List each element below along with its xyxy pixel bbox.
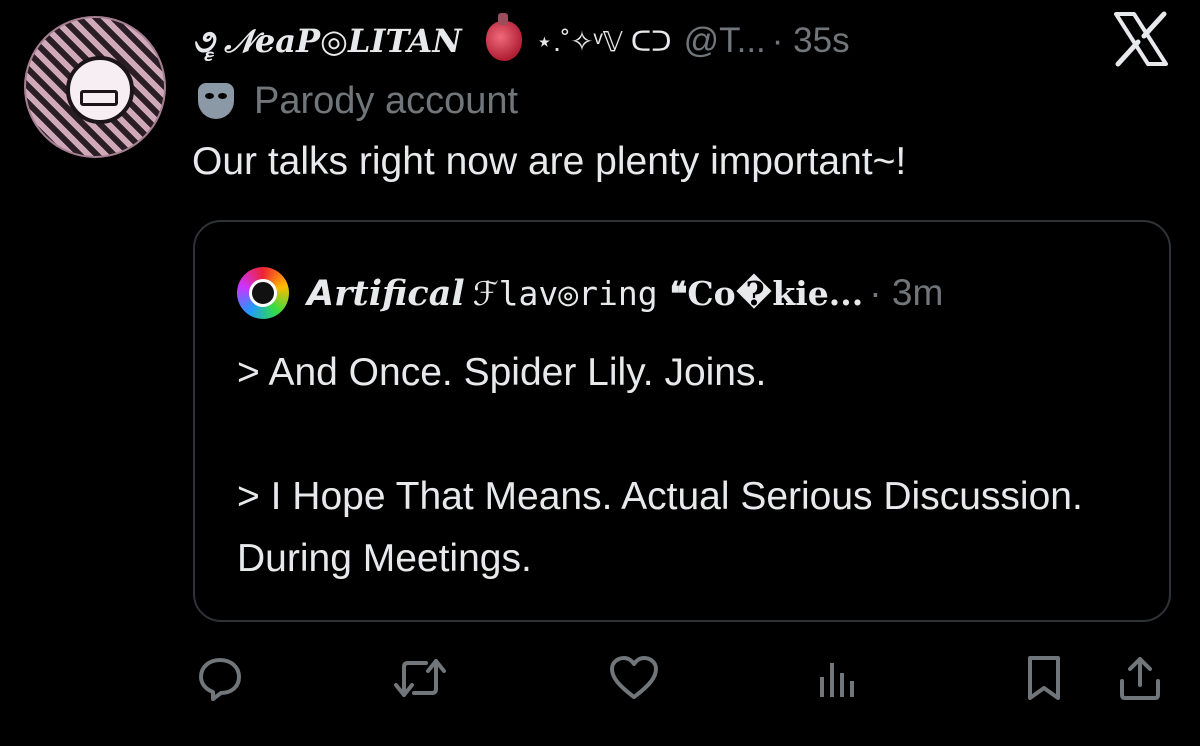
author-avatar[interactable]	[24, 16, 166, 158]
bookmark-icon[interactable]	[1016, 650, 1072, 706]
parody-label: Parody account	[254, 79, 519, 122]
avatar-face-art	[66, 56, 134, 124]
parody-mask-icon	[198, 83, 234, 119]
display-name[interactable]: 𝒩eaP◎LITAN	[224, 22, 461, 61]
quoted-timestamp: · 3m	[869, 272, 944, 313]
tweet-text: Our talks right now are plenty important…	[192, 140, 907, 183]
quoted-display-name: 𝘼rtifical	[307, 272, 465, 314]
x-logo-icon[interactable]	[1110, 8, 1172, 70]
quoted-line-2: > I Hope That Means. Actual Serious Disc…	[237, 475, 1083, 580]
heart-icon[interactable]	[606, 650, 662, 706]
display-name-decor: ⋆.˚✧ᵛ𝕍 ᑕᑐ	[535, 25, 672, 57]
tweet-timestamp[interactable]: · 35s	[772, 21, 850, 61]
user-handle[interactable]: @T...	[684, 21, 766, 61]
parody-badge: Parody account	[198, 78, 518, 124]
retweet-icon[interactable]	[392, 650, 448, 706]
quoted-tweet-header: 𝘼rtifical ℱlav◎ring ❝Co�kie... · 3m	[237, 267, 944, 319]
quoted-tweet[interactable]: 𝘼rtifical ℱlav◎ring ❝Co�kie... · 3m > An…	[193, 220, 1171, 622]
tweet-header: ૭ૄ 𝒩eaP◎LITAN ⋆.˚✧ᵛ𝕍 ᑕᑐ @T... · 35s	[192, 13, 850, 68]
quoted-tweet-text: > And Once. Spider Lily. Joins. > I Hope…	[237, 342, 1139, 590]
display-name-prefix: ૭ૄ	[192, 21, 215, 60]
anatomical-heart-emoji-icon	[485, 13, 522, 61]
quoted-author-avatar	[237, 267, 289, 319]
quoted-line-1: > And Once. Spider Lily. Joins.	[237, 351, 767, 394]
quoted-display-name-suffix: ❝Co�kie...	[669, 273, 864, 313]
quoted-display-name-mono: ℱlav◎ring	[472, 273, 658, 313]
share-icon[interactable]	[1112, 650, 1168, 706]
reply-icon[interactable]	[192, 650, 248, 706]
views-icon[interactable]	[808, 650, 864, 706]
tweet-actions-bar	[192, 650, 1172, 710]
